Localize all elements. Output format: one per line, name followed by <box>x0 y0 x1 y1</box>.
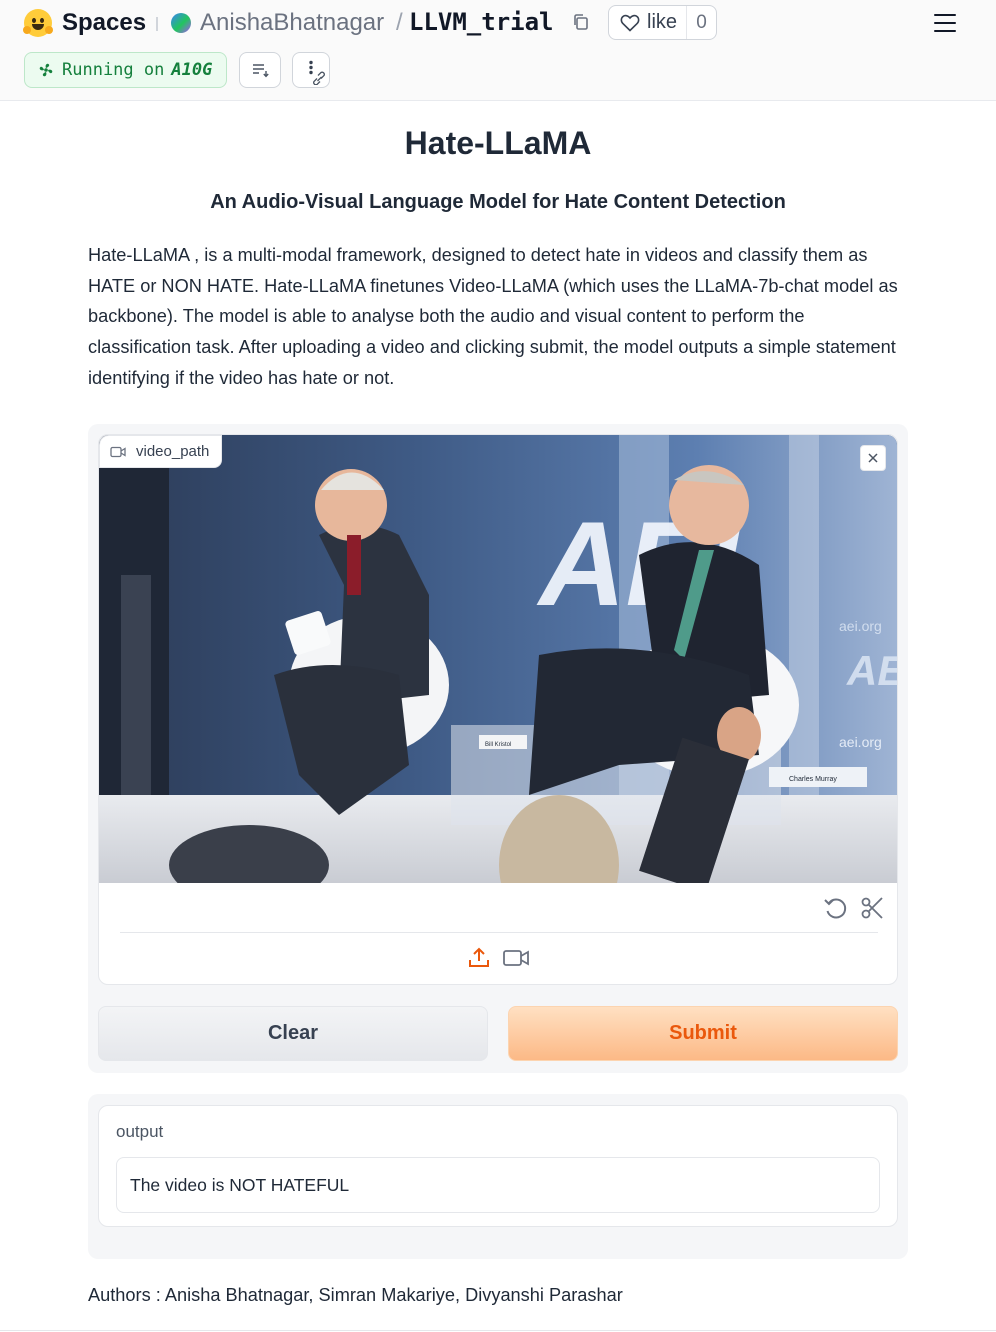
app-description: Hate-LLaMA , is a multi-modal framework,… <box>88 245 898 388</box>
like-label: like <box>647 11 678 33</box>
backdrop-site: aei.org <box>839 618 882 634</box>
nameplate-right: Charles Murray <box>789 776 837 783</box>
more-options-icon <box>309 60 325 85</box>
brand-name: Spaces <box>62 9 147 36</box>
output-label: output <box>116 1122 164 1141</box>
backdrop-logo-small: AEI <box>846 647 897 694</box>
path-separator: / <box>396 9 403 36</box>
repo-name-link[interactable]: LLVM_trial <box>409 7 554 37</box>
hamburger-menu-icon[interactable] <box>934 14 956 32</box>
hardware-label: A10G <box>171 60 213 80</box>
upload-icon[interactable] <box>467 946 491 970</box>
footer-divider <box>0 1330 996 1331</box>
hugging-face-logo-icon <box>23 9 53 37</box>
heart-icon <box>620 14 640 32</box>
video-camera-icon <box>110 446 126 457</box>
submit-button[interactable]: Submit <box>508 1006 898 1061</box>
undo-icon[interactable] <box>822 894 850 922</box>
scissors-icon[interactable] <box>858 894 886 922</box>
space-header: Spaces AnishaBhatnagar / LLVM_trial like… <box>0 0 996 101</box>
video-input-label-text: video_path <box>136 443 210 460</box>
spaces-home-link[interactable]: Spaces <box>23 8 147 38</box>
output-textbox[interactable]: The video is NOT HATEFUL <box>116 1157 880 1213</box>
video-controls-divider <box>120 932 878 933</box>
like-count[interactable]: 0 <box>687 12 716 34</box>
backdrop-site-2: aei.org <box>839 734 882 750</box>
owner-link[interactable]: AnishaBhatnagar <box>200 8 384 38</box>
close-icon <box>868 453 878 463</box>
copy-icon[interactable] <box>572 13 590 31</box>
like-button[interactable]: like 0 <box>608 5 717 40</box>
fan-icon <box>39 63 53 77</box>
page-subtitle: An Audio-Visual Language Model for Hate … <box>210 191 786 213</box>
video-input-label: video_path <box>99 435 223 468</box>
clear-button[interactable]: Clear <box>98 1006 488 1061</box>
running-status-text: Running on <box>62 60 165 80</box>
webcam-icon[interactable] <box>502 946 530 970</box>
logs-icon <box>253 64 269 78</box>
nameplate-left: Bill Kristol <box>485 742 511 748</box>
running-status-badge[interactable]: Running on A10G <box>24 52 227 88</box>
video-preview-frame: AEI AEI aei.org aei.org Bill Kristol Cha… <box>99 435 897 883</box>
more-options-button[interactable] <box>292 52 330 88</box>
video-player[interactable]: AEI AEI aei.org aei.org Bill Kristol Cha… <box>99 435 897 883</box>
owner-avatar[interactable] <box>171 13 191 33</box>
logs-button[interactable] <box>239 52 281 88</box>
clear-video-button[interactable] <box>860 445 886 471</box>
authors-text: Authors : Anisha Bhatnagar, Simran Makar… <box>88 1285 623 1305</box>
page-title: Hate-LLaMA <box>404 125 592 161</box>
header-divider <box>156 17 158 31</box>
